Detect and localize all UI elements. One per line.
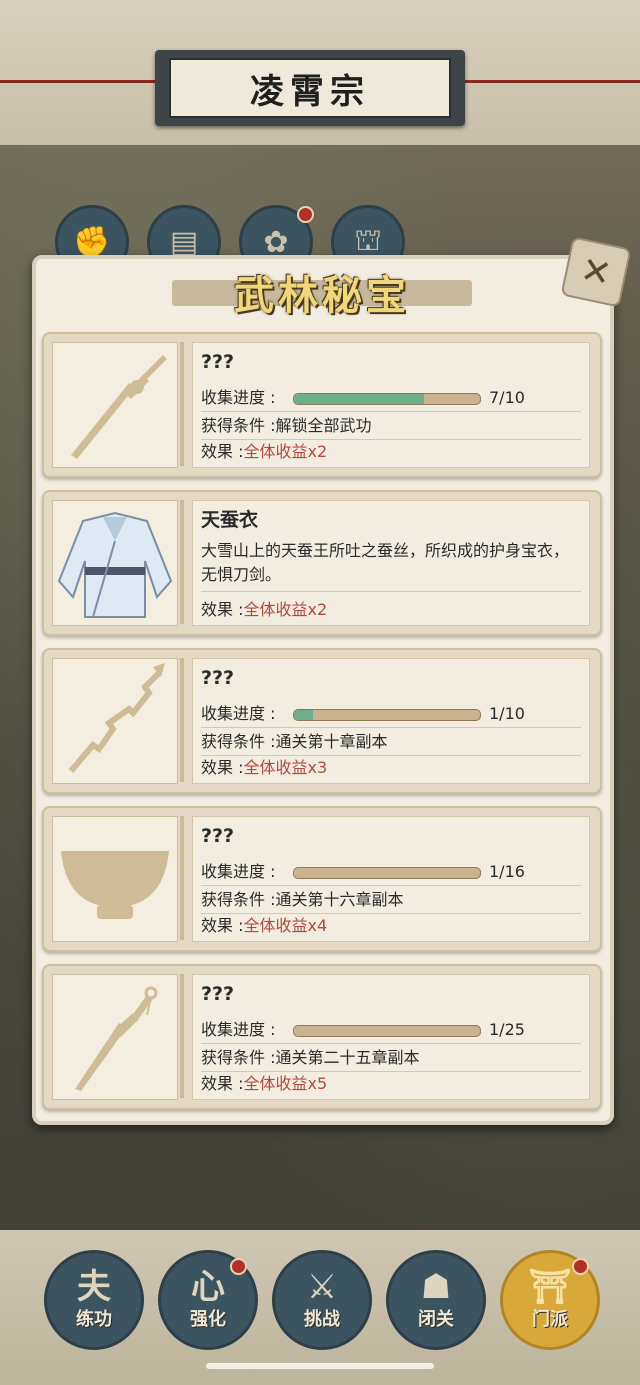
treasure-name: ??? <box>201 825 235 847</box>
treasure-name: ??? <box>201 667 235 689</box>
progress-bar <box>293 393 481 405</box>
progress-bar <box>293 709 481 721</box>
treasure-name: 天蚕衣 <box>201 509 259 531</box>
sect-title: 凌霄宗 <box>169 58 451 118</box>
rope-right <box>462 80 640 83</box>
bowl-icon <box>52 816 178 942</box>
progress-row: 收集进度 : 1/10 <box>201 701 581 728</box>
progress-bar <box>293 867 481 879</box>
progress-row: 收集进度 : 7/10 <box>201 385 581 412</box>
home-indicator[interactable] <box>206 1363 434 1369</box>
condition-row: 获得条件 :通关第二十五章副本 <box>201 1045 581 1072</box>
notification-badge <box>572 1258 589 1275</box>
treasure-info: 天蚕衣 大雪山上的天蚕王所吐之蚕丝，所织成的护身宝衣，无惧刀剑。 效果 :全体收… <box>192 500 590 626</box>
progress-count: 1/16 <box>489 862 525 881</box>
effect-row: 效果 :全体收益x4 <box>201 916 328 935</box>
nav-training[interactable]: 夫 练功 <box>44 1250 144 1350</box>
treasure-info: ??? 收集进度 : 1/10 获得条件 :通关第十章副本 效果 :全体收益x3 <box>192 658 590 784</box>
panel-title: 武林秘宝 <box>172 262 472 322</box>
heart-icon: 心 <box>191 1267 225 1307</box>
treasure-card[interactable]: ??? 收集进度 : 1/10 获得条件 :通关第十章副本 效果 :全体收益x3 <box>42 648 602 794</box>
treasure-card[interactable]: ??? 收集进度 : 1/16 获得条件 :通关第十六章副本 效果 :全体收益x… <box>42 806 602 952</box>
effect-text: 全体收益x3 <box>243 758 328 777</box>
meditation-icon: ☗ <box>420 1267 452 1307</box>
effect-row: 效果 :全体收益x2 <box>201 442 328 461</box>
effect-row: 效果 :全体收益x2 <box>201 600 328 619</box>
condition-text: 通关第十六章副本 <box>275 890 404 909</box>
treasure-info: ??? 收集进度 : 1/16 获得条件 :通关第十六章副本 效果 :全体收益x… <box>192 816 590 942</box>
progress-row: 收集进度 : 1/16 <box>201 859 581 886</box>
effect-text: 全体收益x4 <box>243 916 328 935</box>
sword-icon <box>52 342 178 468</box>
close-button[interactable]: ✕ <box>560 236 632 308</box>
treasure-name: ??? <box>201 351 235 373</box>
training-icon: 夫 <box>77 1267 111 1307</box>
effect-row: 效果 :全体收益x3 <box>201 758 328 777</box>
treasure-description: 大雪山上的天蚕王所吐之蚕丝，所织成的护身宝衣，无惧刀剑。 <box>201 539 581 592</box>
treasure-info: ??? 收集进度 : 7/10 获得条件 :解锁全部武功 效果 :全体收益x2 <box>192 342 590 468</box>
condition-text: 通关第十章副本 <box>275 732 388 751</box>
condition-row: 获得条件 :解锁全部武功 <box>201 413 581 440</box>
nav-challenge[interactable]: ⚔ 挑战 <box>272 1250 372 1350</box>
treasure-card[interactable]: ??? 收集进度 : 1/25 获得条件 :通关第二十五章副本 效果 :全体收益… <box>42 964 602 1110</box>
dagger-icon <box>52 974 178 1100</box>
effect-text: 全体收益x2 <box>243 442 328 461</box>
progress-row: 收集进度 : 1/25 <box>201 1017 581 1044</box>
rope-left <box>0 80 160 83</box>
gate-icon: ⛩ <box>528 1267 572 1307</box>
progress-count: 7/10 <box>489 388 525 407</box>
condition-text: 通关第二十五章副本 <box>275 1048 420 1067</box>
condition-row: 获得条件 :通关第十六章副本 <box>201 887 581 914</box>
effect-row: 效果 :全体收益x5 <box>201 1074 328 1093</box>
close-icon: ✕ <box>576 248 616 296</box>
effect-text: 全体收益x2 <box>243 600 328 619</box>
progress-count: 1/10 <box>489 704 525 723</box>
condition-row: 获得条件 :通关第十章副本 <box>201 729 581 756</box>
condition-text: 解锁全部武功 <box>275 416 372 435</box>
spear-icon <box>52 658 178 784</box>
progress-bar <box>293 1025 481 1037</box>
treasure-name: ??? <box>201 983 235 1005</box>
effect-text: 全体收益x5 <box>243 1074 328 1093</box>
treasure-info: ??? 收集进度 : 1/25 获得条件 :通关第二十五章副本 效果 :全体收益… <box>192 974 590 1100</box>
progress-count: 1/25 <box>489 1020 525 1039</box>
sect-title-plaque: 凌霄宗 <box>155 50 465 126</box>
notification-badge <box>297 206 314 223</box>
notification-badge <box>230 1258 247 1275</box>
nav-seclusion[interactable]: ☗ 闭关 <box>386 1250 486 1350</box>
robe-icon <box>52 500 178 626</box>
crossed-swords-icon: ⚔ <box>306 1267 338 1307</box>
treasure-card[interactable]: 天蚕衣 大雪山上的天蚕王所吐之蚕丝，所织成的护身宝衣，无惧刀剑。 效果 :全体收… <box>42 490 602 636</box>
treasure-card[interactable]: ??? 收集进度 : 7/10 获得条件 :解锁全部武功 效果 :全体收益x2 <box>42 332 602 478</box>
